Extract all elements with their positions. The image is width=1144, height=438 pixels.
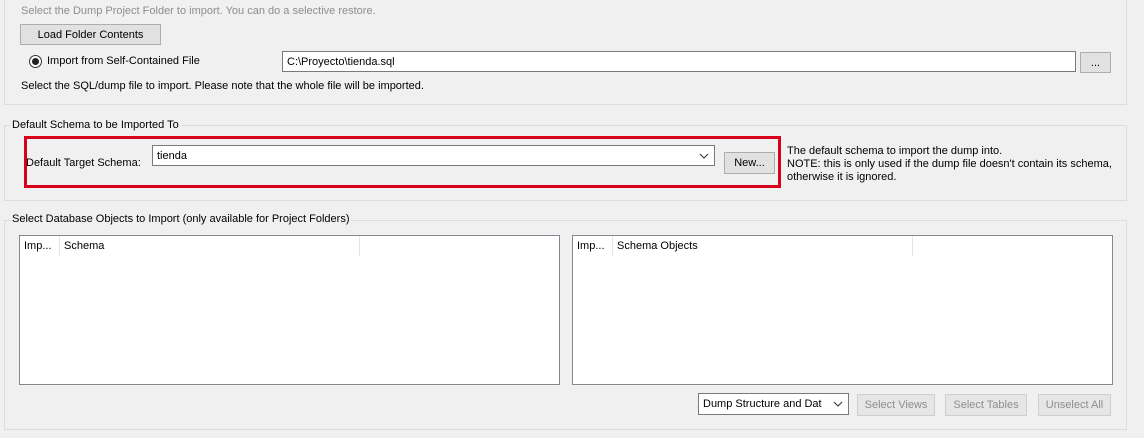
chevron-down-icon — [833, 401, 843, 407]
schema-list[interactable]: Imp... Schema — [19, 235, 560, 385]
select-tables-button[interactable]: Select Tables — [945, 394, 1027, 416]
folder-hint: Select the Dump Project Folder to import… — [21, 5, 376, 17]
column-header-import[interactable]: Imp... — [573, 236, 613, 256]
column-header-import[interactable]: Imp... — [20, 236, 60, 256]
schema-note-line1: The default schema to import the dump in… — [787, 145, 1003, 157]
target-schema-value: tienda — [157, 149, 187, 162]
load-folder-contents-button[interactable]: Load Folder Contents — [20, 24, 161, 45]
radio-selected-dot — [32, 58, 39, 65]
schema-objects-list-header: Imp... Schema Objects — [573, 236, 1112, 256]
default-schema-group-title: Default Schema to be Imported To — [10, 119, 181, 131]
file-path-input[interactable]: C:\Proyecto\tienda.sql — [282, 51, 1076, 72]
schema-list-header: Imp... Schema — [20, 236, 559, 256]
chevron-down-icon — [699, 153, 709, 159]
file-hint: Select the SQL/dump file to import. Plea… — [21, 80, 424, 92]
schema-note-line3: otherwise it is ignored. — [787, 171, 897, 183]
select-views-button[interactable]: Select Views — [857, 394, 935, 416]
import-self-contained-label[interactable]: Import from Self-Contained File — [47, 55, 200, 67]
schema-objects-list[interactable]: Imp... Schema Objects — [572, 235, 1113, 385]
unselect-all-button[interactable]: Unselect All — [1038, 394, 1111, 416]
target-schema-select[interactable]: tienda — [152, 145, 715, 166]
dump-mode-select[interactable]: Dump Structure and Dat — [698, 393, 849, 415]
database-objects-group-title: Select Database Objects to Import (only … — [10, 213, 352, 225]
column-header-schema[interactable]: Schema — [60, 236, 360, 256]
dump-mode-value: Dump Structure and Dat — [703, 398, 822, 410]
schema-note-line2: NOTE: this is only used if the dump file… — [787, 158, 1112, 170]
column-header-schema-objects[interactable]: Schema Objects — [613, 236, 913, 256]
default-target-schema-label: Default Target Schema: — [26, 157, 141, 169]
browse-file-button[interactable]: ... — [1080, 52, 1111, 73]
import-self-contained-radio[interactable] — [29, 55, 42, 68]
new-schema-button[interactable]: New... — [724, 152, 775, 174]
